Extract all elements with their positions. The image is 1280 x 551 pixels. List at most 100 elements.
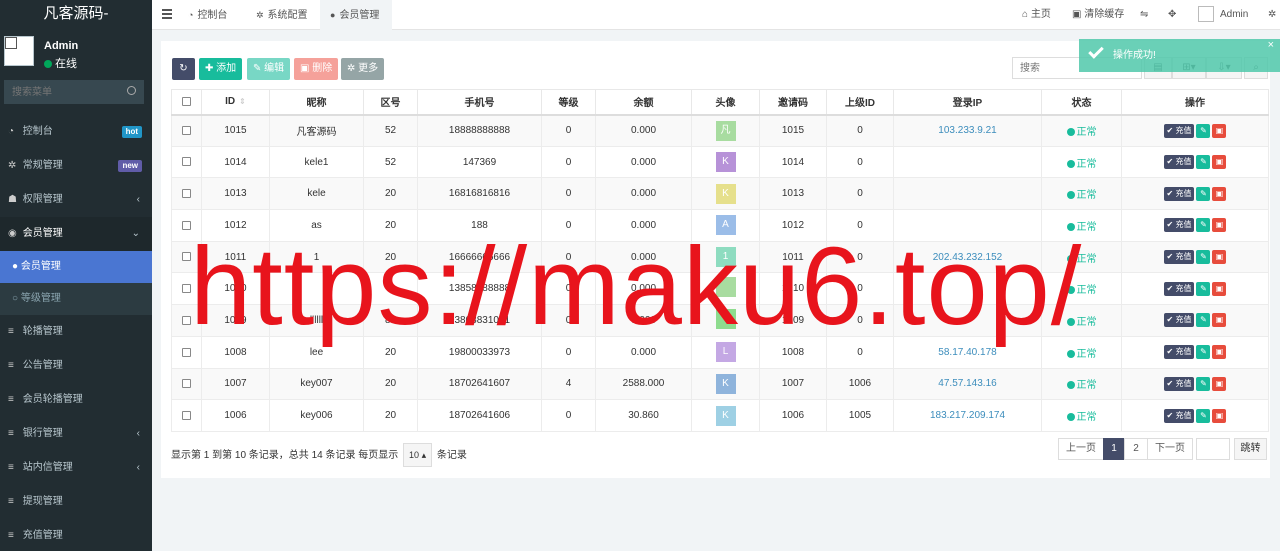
avatar[interactable]: K <box>715 405 736 426</box>
edit-row-button[interactable]: ✎ <box>1196 408 1211 423</box>
charge-button[interactable]: ✔ 充值 <box>1163 376 1195 391</box>
row-checkbox[interactable] <box>171 272 202 306</box>
delete-row-button[interactable]: ▣ <box>1212 186 1227 201</box>
delete-row-button[interactable]: ▣ <box>1212 313 1227 328</box>
sidebar-item-dashboard[interactable]: ◔ 控制台 hot <box>0 115 152 149</box>
search-icon[interactable] <box>127 86 136 95</box>
fullscreen-icon[interactable]: ✥ <box>1168 0 1176 30</box>
avatar[interactable] <box>715 277 736 298</box>
ip-link[interactable]: 58.17.40.178 <box>938 347 996 358</box>
sidebar-item-messages[interactable]: ≡ 站内信管理 ‹ <box>0 451 152 485</box>
ip-link[interactable]: 183.217.209.174 <box>930 410 1005 421</box>
select-all-checkbox[interactable] <box>171 89 202 116</box>
translate-icon[interactable]: ⇋ <box>1140 0 1148 30</box>
ip-link[interactable]: 103.233.9.21 <box>938 125 996 136</box>
ip-link[interactable]: 202.43.232.152 <box>933 252 1003 263</box>
page-2-button[interactable]: 2 <box>1124 438 1148 460</box>
edit-row-button[interactable]: ✎ <box>1196 218 1211 233</box>
prev-page-button[interactable]: 上一页 <box>1058 438 1104 460</box>
edit-row-button[interactable]: ✎ <box>1196 281 1211 296</box>
edit-row-button[interactable]: ✎ <box>1196 123 1211 138</box>
delete-row-button[interactable]: ▣ <box>1212 345 1227 360</box>
sidebar-item-withdraw[interactable]: ≡ 提现管理 <box>0 485 152 519</box>
sidebar-item-member-carousel[interactable]: ≡ 会员轮播管理 <box>0 383 152 417</box>
avatar[interactable]: A <box>715 215 736 236</box>
sidebar-item-members[interactable]: ◉ 会员管理 ⌄ <box>0 217 152 251</box>
avatar[interactable]: 1 <box>715 247 736 268</box>
sidebar-item-bank[interactable]: ≡ 银行管理 ‹ <box>0 417 152 451</box>
edit-row-button[interactable]: ✎ <box>1196 376 1211 391</box>
cell-id: 1008 <box>201 335 270 369</box>
clear-cache-button[interactable]: ▣ 清除缓存 <box>1072 0 1124 30</box>
jump-page-input[interactable] <box>1196 438 1230 460</box>
charge-button[interactable]: ✔ 充值 <box>1163 281 1195 296</box>
charge-button[interactable]: ✔ 充值 <box>1163 155 1195 170</box>
admin-menu[interactable]: Admin <box>1198 0 1248 30</box>
tab-member-manage[interactable]: ● 会员管理 <box>320 0 392 30</box>
delete-row-button[interactable]: ▣ <box>1212 376 1227 391</box>
row-checkbox[interactable] <box>171 367 202 401</box>
avatar[interactable]: L <box>715 342 736 363</box>
sidebar-item-general[interactable]: ✲ 常规管理 new <box>0 149 152 183</box>
sidebar-subitem-level-manage[interactable]: ○ 等级管理 <box>0 283 152 315</box>
edit-row-button[interactable]: ✎ <box>1196 250 1211 265</box>
row-checkbox[interactable] <box>171 114 202 147</box>
row-checkbox[interactable] <box>171 240 202 274</box>
cell-balance: 0.000 <box>595 209 692 242</box>
add-button[interactable]: ✚ 添加 <box>199 58 243 80</box>
delete-row-button[interactable]: ▣ <box>1212 218 1227 233</box>
avatar[interactable]: K <box>715 373 736 394</box>
edit-row-button[interactable]: ✎ <box>1196 345 1211 360</box>
charge-button[interactable]: ✔ 充值 <box>1163 313 1195 328</box>
charge-button[interactable]: ✔ 充值 <box>1163 345 1195 360</box>
edit-row-button[interactable]: ✎ <box>1196 186 1211 201</box>
charge-button[interactable]: ✔ 充值 <box>1163 408 1195 423</box>
row-checkbox[interactable] <box>171 145 202 179</box>
next-page-button[interactable]: 下一页 <box>1147 438 1193 460</box>
cell-parent: 0 <box>826 177 894 211</box>
avatar[interactable] <box>715 308 736 329</box>
row-checkbox[interactable] <box>171 177 202 211</box>
page-1-button[interactable]: 1 <box>1103 438 1125 460</box>
edit-row-button[interactable]: ✎ <box>1196 155 1211 170</box>
edit-row-button[interactable]: ✎ <box>1196 313 1211 328</box>
col-id[interactable]: ID ⇕ <box>201 89 270 116</box>
row-checkbox[interactable] <box>171 335 202 369</box>
row-checkbox[interactable] <box>171 209 202 242</box>
page-size-select[interactable]: 10 ▴ <box>403 443 433 467</box>
sidebar-item-carousel[interactable]: ≡ 轮播管理 <box>0 315 152 349</box>
ip-link[interactable]: 47.57.143.16 <box>938 378 996 389</box>
charge-button[interactable]: ✔ 充值 <box>1163 250 1195 265</box>
avatar[interactable]: 凡 <box>715 120 736 141</box>
delete-row-button[interactable]: ▣ <box>1212 123 1227 138</box>
refresh-button[interactable]: ↻ <box>172 58 195 80</box>
sidebar-item-notice[interactable]: ≡ 公告管理 <box>0 349 152 383</box>
delete-row-button[interactable]: ▣ <box>1212 250 1227 265</box>
row-checkbox[interactable] <box>171 399 202 432</box>
charge-button[interactable]: ✔ 充值 <box>1163 186 1195 201</box>
charge-button[interactable]: ✔ 充值 <box>1163 218 1195 233</box>
row-checkbox[interactable] <box>171 304 202 337</box>
edit-button[interactable]: ✎ 编辑 <box>247 58 291 80</box>
avatar[interactable]: K <box>715 152 736 173</box>
cell-status: 正常 <box>1041 304 1122 337</box>
close-icon[interactable]: × <box>1268 29 1274 62</box>
menu-search-input[interactable] <box>4 80 144 104</box>
tab-system-config[interactable]: ✲ 系统配置 <box>256 0 322 30</box>
delete-row-button[interactable]: ▣ <box>1212 281 1227 296</box>
delete-row-button[interactable]: ▣ <box>1212 408 1227 423</box>
logo[interactable]: 凡客源码- <box>0 0 152 30</box>
sidebar-item-permissions[interactable]: ☗ 权限管理 ‹ <box>0 183 152 217</box>
more-button[interactable]: ✲ 更多 <box>341 58 385 80</box>
sidebar-subitem-member-manage[interactable]: ● 会员管理 <box>0 251 152 283</box>
charge-button[interactable]: ✔ 充值 <box>1163 123 1195 138</box>
tab-dashboard[interactable]: ◔ 控制台 <box>188 0 248 30</box>
home-link[interactable]: ⌂ 主页 <box>1022 0 1051 30</box>
avatar[interactable]: K <box>715 183 736 204</box>
sidebar-item-recharge[interactable]: ≡ 充值管理 <box>0 519 152 551</box>
menu-toggle-icon[interactable] <box>162 9 172 19</box>
jump-button[interactable]: 跳转 <box>1234 438 1267 460</box>
settings-icon[interactable]: ✲ <box>1268 0 1276 30</box>
delete-row-button[interactable]: ▣ <box>1212 155 1227 170</box>
delete-button[interactable]: ▣ 删除 <box>294 58 339 80</box>
